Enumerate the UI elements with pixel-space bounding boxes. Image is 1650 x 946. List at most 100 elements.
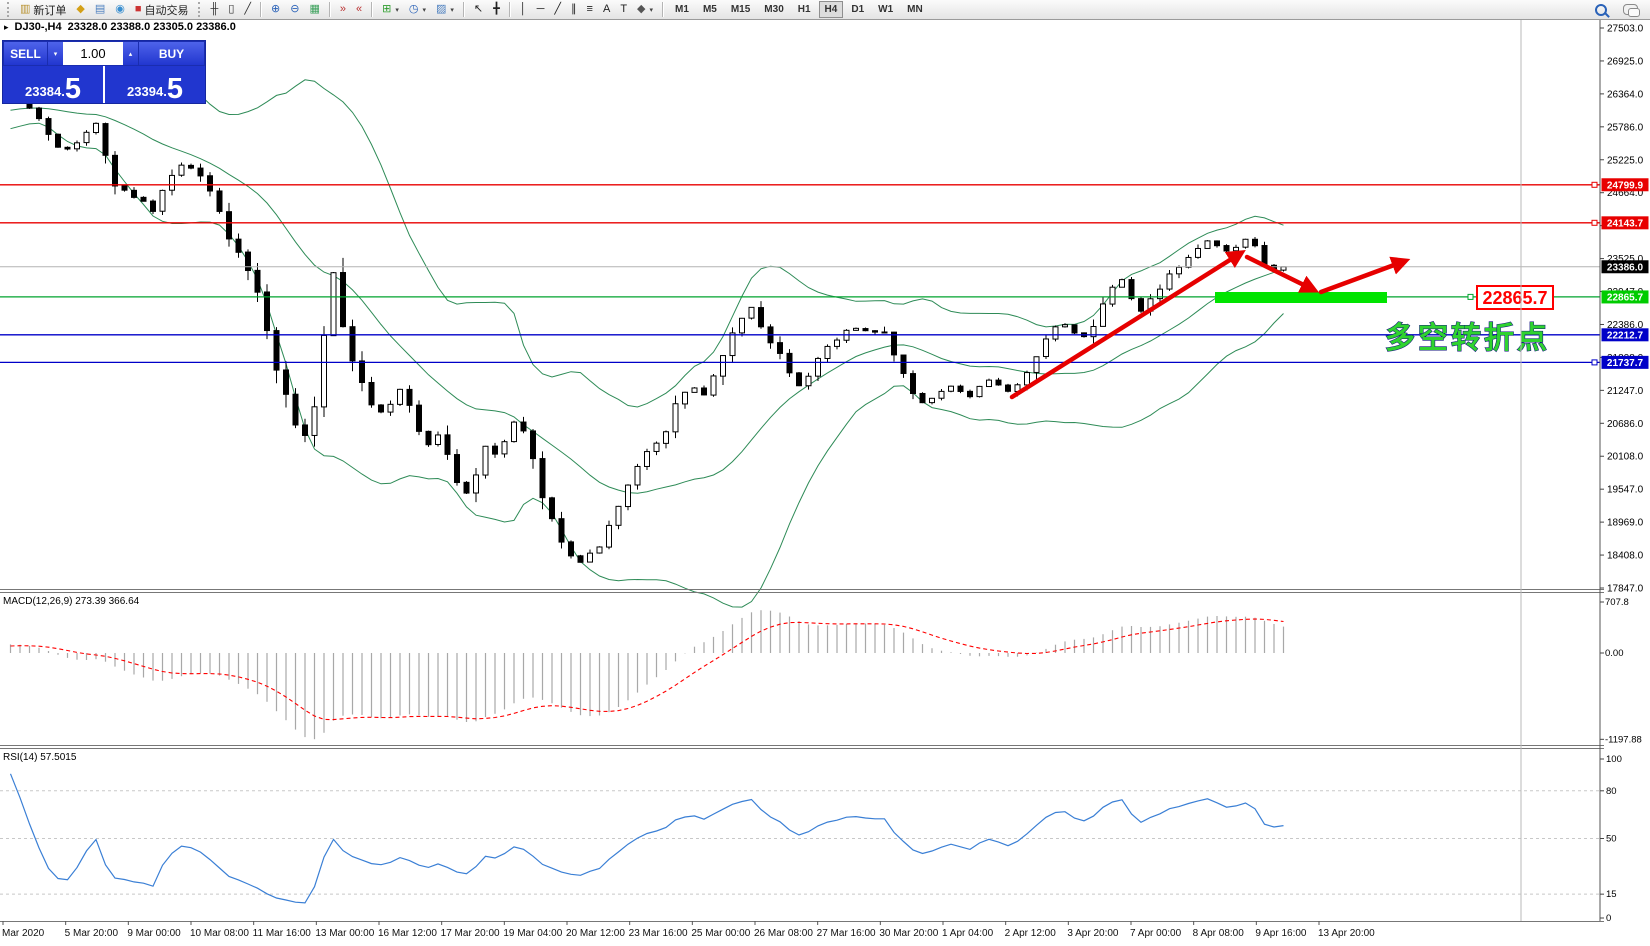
candle <box>369 382 374 404</box>
channel-icon: ∥ <box>571 4 577 15</box>
candle <box>1034 357 1039 373</box>
candle <box>1101 304 1106 326</box>
trend-arrow[interactable] <box>1321 261 1405 292</box>
autotrade-button[interactable]: ■自动交易 <box>131 0 193 19</box>
candle <box>436 435 441 445</box>
candle <box>740 318 745 333</box>
candle <box>863 329 868 331</box>
volume-increment-button[interactable]: ▴ <box>123 42 138 65</box>
chevron-down-icon: ▾ <box>450 6 454 14</box>
candle <box>531 431 536 459</box>
charts-window-button[interactable]: ▤ <box>91 0 109 19</box>
bars-mode-icon: ╫ <box>211 4 219 15</box>
pane-label: 0 <box>1606 913 1611 924</box>
chart-canvas[interactable]: 22865.7多空转折点MACD(12,26,9) 273.39 366.64R… <box>0 20 1650 946</box>
pane-label: 25786.0 <box>1607 122 1644 133</box>
timeframe-mn-button[interactable]: MN <box>901 1 929 18</box>
time-label: 9 Mar 00:00 <box>127 928 181 939</box>
candle <box>284 370 289 394</box>
timeframe-h1-button[interactable]: H1 <box>792 1 817 18</box>
crosshair-button[interactable]: ╋ <box>489 0 504 19</box>
fibonacci-button[interactable]: ≡ <box>583 0 597 19</box>
candles-mode-button[interactable]: ▯ <box>224 0 238 19</box>
charts-window-icon: ▤ <box>95 4 105 15</box>
symbol-name: DJ30-,H4 <box>15 21 62 33</box>
pane-separator[interactable] <box>0 921 1604 922</box>
timeframe-w1-button[interactable]: W1 <box>872 1 899 18</box>
arrows-button[interactable]: ◆▾ <box>633 0 657 19</box>
zoom-out-button[interactable]: ⊖ <box>286 0 303 19</box>
pane-label: 17847.0 <box>1607 584 1644 595</box>
vertical-line-button[interactable]: │ <box>516 0 531 19</box>
line-handle[interactable] <box>1592 360 1597 365</box>
new-order-button[interactable]: ▥新订单 <box>16 0 70 19</box>
candle <box>141 197 146 201</box>
new-order-button-label: 新订单 <box>33 2 66 18</box>
search-icon[interactable] <box>1595 4 1607 16</box>
trendline-button[interactable]: ╱ <box>550 0 565 19</box>
timeframe-h4-button[interactable]: H4 <box>819 1 844 18</box>
candle <box>968 391 973 396</box>
label-button[interactable]: T <box>616 0 631 19</box>
candle <box>227 212 232 239</box>
candle <box>654 443 659 451</box>
trend-arrow[interactable] <box>1247 257 1314 290</box>
zoom-in-button[interactable]: ⊕ <box>267 0 284 19</box>
candle <box>1139 299 1144 312</box>
candle <box>170 175 175 190</box>
candle <box>749 307 754 318</box>
candle <box>806 376 811 385</box>
auto-scroll-icon: » <box>340 4 346 15</box>
time-label: 5 Mar 20:00 <box>65 928 119 939</box>
candle <box>122 186 127 190</box>
tile-windows-button[interactable]: ▦ <box>305 0 323 19</box>
candles <box>8 94 1286 563</box>
sell-button[interactable]: SELL <box>3 41 48 66</box>
timeframe-m30-button[interactable]: M30 <box>758 1 789 18</box>
candle <box>1120 280 1125 288</box>
candle <box>1110 287 1115 304</box>
timeframe-m1-button[interactable]: M1 <box>669 1 695 18</box>
candle <box>398 389 403 404</box>
new-chart-button[interactable]: ⊞▾ <box>378 0 403 19</box>
turning-point-text[interactable]: 多空转折点 <box>1385 322 1550 355</box>
buy-button[interactable]: BUY <box>138 41 205 66</box>
bars-mode-button[interactable]: ╫ <box>207 0 223 19</box>
line-handle[interactable] <box>1592 182 1597 187</box>
cursor-button[interactable]: ↖ <box>470 0 487 19</box>
timeframe-m5-button[interactable]: M5 <box>697 1 723 18</box>
candle <box>787 353 792 372</box>
candle <box>208 176 213 191</box>
profiles-button[interactable]: ◷▾ <box>405 0 430 19</box>
line-mode-button[interactable]: ╱ <box>240 0 255 19</box>
chart-shift-button[interactable]: « <box>352 0 366 19</box>
market-watch-button[interactable]: ◆ <box>72 0 88 19</box>
pane-separator[interactable] <box>0 589 1604 590</box>
pane-label: MACD(12,26,9) 273.39 366.64 <box>3 596 140 607</box>
pane-separator[interactable] <box>0 592 1604 593</box>
pane-separator[interactable] <box>0 745 1604 746</box>
volume-input[interactable] <box>63 42 123 65</box>
pane-separator[interactable] <box>0 748 1604 749</box>
trendline-icon: ╱ <box>554 4 561 15</box>
support-zone[interactable] <box>1215 292 1387 303</box>
timeframe-m15-button[interactable]: M15 <box>725 1 756 18</box>
templates-button[interactable]: ▨▾ <box>432 0 458 19</box>
toolbar-grip <box>7 2 11 17</box>
bid-price: 23384.5 <box>3 66 105 103</box>
pane-label: 22212.7 <box>1607 330 1644 341</box>
signals-button[interactable]: ◉ <box>111 0 129 19</box>
text-button[interactable]: A <box>599 0 614 19</box>
line-handle[interactable] <box>1592 220 1597 225</box>
candle <box>1053 327 1058 339</box>
volume-decrement-button[interactable]: ▾ <box>48 42 63 65</box>
pane-label: 707.8 <box>1605 597 1629 608</box>
indicator-panes <box>0 610 1600 903</box>
horizontal-line-button[interactable]: ─ <box>533 0 549 19</box>
channel-button[interactable]: ∥ <box>567 0 581 19</box>
time-label: 27 Mar 16:00 <box>817 928 876 939</box>
auto-scroll-button[interactable]: » <box>336 0 350 19</box>
timeframe-d1-button[interactable]: D1 <box>845 1 870 18</box>
line-handle[interactable] <box>1468 294 1473 299</box>
chat-icon[interactable] <box>1623 4 1638 15</box>
